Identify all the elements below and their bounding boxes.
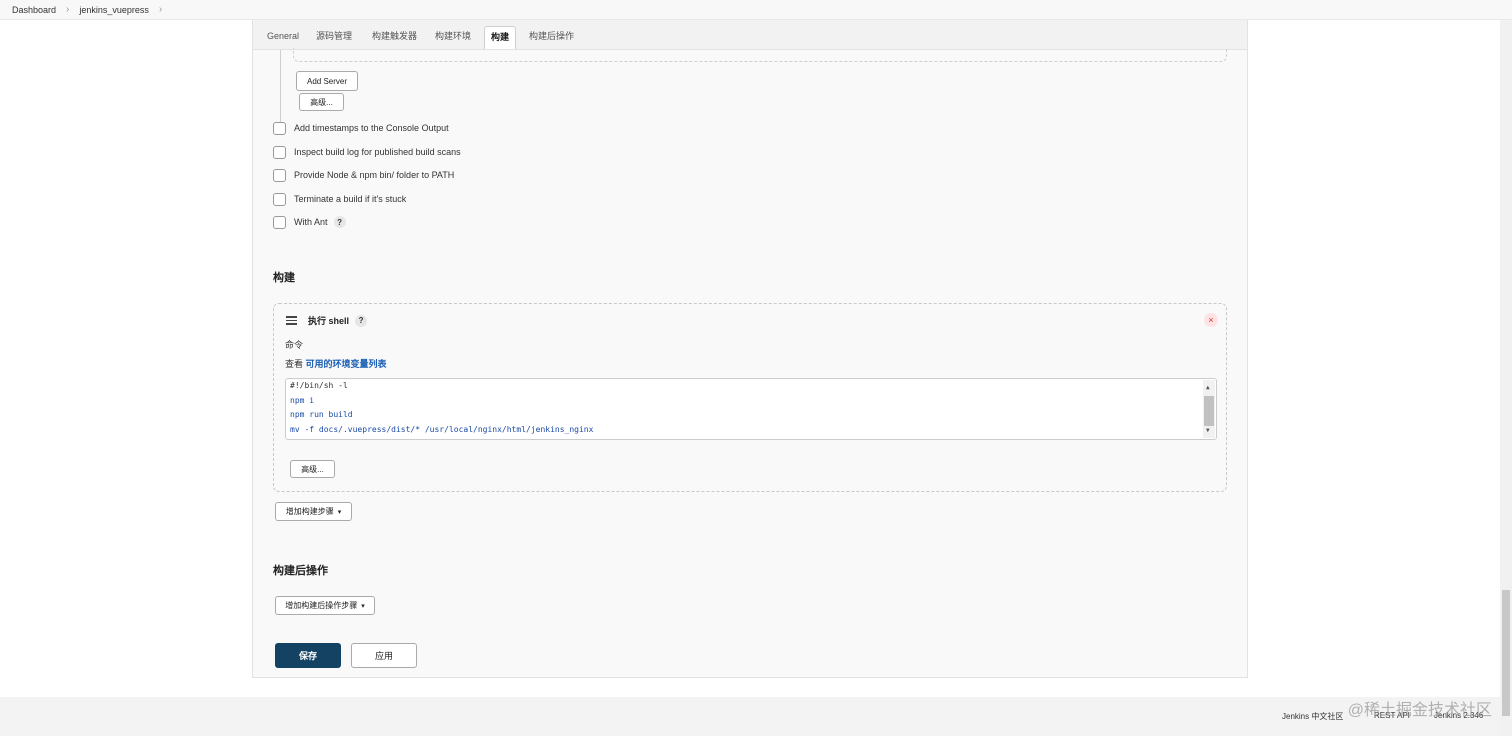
checkbox[interactable] <box>273 215 286 229</box>
checkbox-label: Inspect build log for published build sc… <box>294 147 461 157</box>
shell-advanced-button[interactable]: 高级... <box>290 460 335 478</box>
breadcrumb-job[interactable]: jenkins_vuepress <box>79 5 149 15</box>
checkbox-label: Provide Node & npm bin/ folder to PATH <box>294 170 455 180</box>
env-prefix: 查看 <box>285 359 306 369</box>
command-label: 命令 <box>285 340 304 350</box>
chevron-right-icon: › <box>66 4 70 15</box>
shell-step-header: 执行 shell ? <box>308 314 368 327</box>
code-line: npm i <box>290 395 315 405</box>
scroll-up-arrow-icon[interactable]: ▲ <box>1206 381 1210 396</box>
shell-step-title: 执行 shell <box>308 316 350 326</box>
code-line: mv -f docs/.vuepress/dist/* /usr/local/n… <box>290 424 594 434</box>
tab-post-build[interactable]: 构建后操作 <box>523 26 580 48</box>
checkbox-row-timestamps[interactable]: Add timestamps to the Console Output <box>273 121 449 135</box>
scroll-thumb[interactable] <box>1204 396 1214 426</box>
tab-general[interactable]: General <box>261 26 305 48</box>
textarea-scrollbar[interactable]: ▲ ▼ <box>1203 380 1215 438</box>
checkbox[interactable] <box>273 145 286 159</box>
help-icon[interactable]: ? <box>333 216 346 228</box>
shell-step-card: 执行 shell ? × 命令 查看 可用的环境变量列表 #!/bin/sh -… <box>273 303 1227 492</box>
checkbox[interactable] <box>273 121 286 135</box>
add-post-build-step-button[interactable]: 增加构建后操作步骤 ▾ <box>275 596 375 615</box>
add-build-step-button[interactable]: 增加构建步骤 ▾ <box>275 502 352 521</box>
command-textarea[interactable]: #!/bin/sh -l npm i npm run build mv -f d… <box>285 378 1217 440</box>
section-title-build: 构建 <box>273 272 295 284</box>
checkbox-row-with-ant[interactable]: With Ant ? <box>273 215 346 229</box>
page-scroll-thumb[interactable] <box>1502 590 1510 716</box>
config-tabbar: General 源码管理 构建触发器 构建环境 构建 构建后操作 <box>253 20 1247 50</box>
code-line: #!/bin/sh -l <box>290 381 348 390</box>
server-config-block <box>293 48 1227 62</box>
env-vars-link[interactable]: 可用的环境变量列表 <box>306 359 387 369</box>
code-line: npm run build <box>290 410 353 419</box>
page-footer: Jenkins 中文社区 REST API Jenkins 2.346 <box>0 697 1512 736</box>
checkbox-label: With Ant <box>294 217 328 227</box>
page-scrollbar[interactable] <box>1500 20 1512 736</box>
checkbox-row-inspect-log[interactable]: Inspect build log for published build sc… <box>273 145 461 159</box>
add-build-step-label: 增加构建步骤 <box>285 507 334 516</box>
checkbox-row-node-path[interactable]: Provide Node & npm bin/ folder to PATH <box>273 168 454 182</box>
config-panel: General 源码管理 构建触发器 构建环境 构建 构建后操作 Add Ser… <box>252 20 1248 678</box>
watermark: @稀土掘金技术社区 <box>1347 702 1492 719</box>
footer-community-link[interactable]: Jenkins 中文社区 <box>1282 711 1343 722</box>
caret-down-icon: ▾ <box>337 508 342 516</box>
tab-scm[interactable]: 源码管理 <box>310 26 358 48</box>
env-vars-line: 查看 可用的环境变量列表 <box>285 357 387 370</box>
save-button[interactable]: 保存 <box>275 643 341 668</box>
tab-triggers[interactable]: 构建触发器 <box>366 26 423 48</box>
tab-build[interactable]: 构建 <box>484 26 517 49</box>
breadcrumb-dashboard[interactable]: Dashboard <box>12 5 56 15</box>
checkbox[interactable] <box>273 192 286 206</box>
section-title-post-build: 构建后操作 <box>273 565 328 577</box>
caret-down-icon: ▾ <box>361 602 365 610</box>
breadcrumb: Dashboard › jenkins_vuepress › <box>0 0 1512 20</box>
advanced-button[interactable]: 高级... <box>299 93 344 111</box>
drag-handle-icon[interactable] <box>286 316 297 327</box>
apply-button[interactable]: 应用 <box>351 643 417 668</box>
checkbox-label: Add timestamps to the Console Output <box>294 123 449 133</box>
checkbox-label: Terminate a build if it's stuck <box>294 194 407 204</box>
checkbox[interactable] <box>273 168 286 182</box>
checkbox-row-terminate-stuck[interactable]: Terminate a build if it's stuck <box>273 192 406 206</box>
help-icon[interactable]: ? <box>355 314 368 327</box>
tab-build-env[interactable]: 构建环境 <box>429 26 477 48</box>
nest-line <box>280 50 281 130</box>
add-server-button[interactable]: Add Server <box>296 71 358 91</box>
add-post-build-step-label: 增加构建后操作步骤 <box>285 601 358 610</box>
close-icon[interactable]: × <box>1204 313 1218 327</box>
scroll-down-arrow-icon[interactable]: ▼ <box>1206 424 1210 439</box>
chevron-right-icon[interactable]: › <box>159 4 162 15</box>
